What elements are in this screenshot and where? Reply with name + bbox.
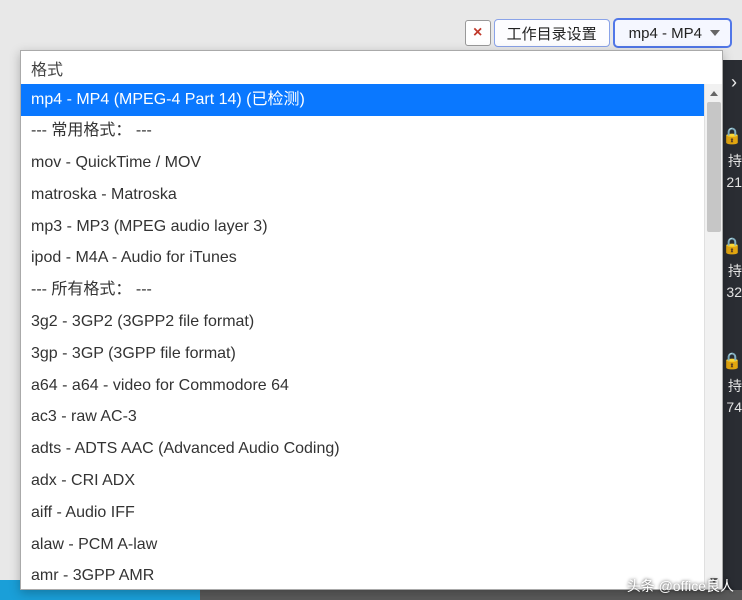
toolbar: × 工作目录设置 mp4 - MP4 [465, 18, 732, 48]
dropdown-item[interactable]: --- 常用格式： --- [21, 116, 722, 148]
dropdown-item[interactable]: mp3 - MP3 (MPEG audio layer 3) [21, 211, 722, 243]
dropdown-item[interactable]: mp4 - MP4 (MPEG-4 Part 14) (已检测) [21, 84, 722, 116]
sidebar-number: 74 [726, 399, 742, 415]
dropdown-item[interactable]: ac3 - raw AC-3 [21, 402, 722, 434]
sidebar-text: 持 [728, 378, 742, 394]
dropdown-item[interactable]: --- 所有格式： --- [21, 275, 722, 307]
dropdown-item[interactable]: a64 - a64 - video for Commodore 64 [21, 370, 722, 402]
scrollbar[interactable] [704, 84, 722, 589]
dropdown-item[interactable]: adts - ADTS AAC (Advanced Audio Coding) [21, 434, 722, 466]
format-select-value: mp4 - MP4 [629, 25, 702, 42]
format-select[interactable]: mp4 - MP4 [613, 18, 732, 48]
dropdown-item[interactable]: 3gp - 3GP (3GPP file format) [21, 338, 722, 370]
dropdown-item[interactable]: aiff - Audio IFF [21, 497, 722, 529]
close-icon: × [473, 24, 482, 42]
chevron-right-icon: › [731, 72, 737, 93]
close-button[interactable]: × [465, 20, 491, 46]
work-dir-button[interactable]: 工作目录设置 [494, 19, 610, 47]
chevron-down-icon [710, 30, 720, 36]
watermark: 头条 @office良人 [627, 576, 734, 596]
sidebar-number: 21 [726, 174, 742, 190]
dropdown-item[interactable]: mov - QuickTime / MOV [21, 148, 722, 180]
sidebar-text: 持 [728, 153, 742, 169]
dropdown-list: mp4 - MP4 (MPEG-4 Part 14) (已检测)--- 常用格式… [21, 84, 722, 589]
dropdown-item[interactable]: adx - CRI ADX [21, 466, 722, 498]
dropdown-item[interactable]: matroska - Matroska [21, 179, 722, 211]
dropdown-item[interactable]: ipod - M4A - Audio for iTunes [21, 243, 722, 275]
format-dropdown: 格式 mp4 - MP4 (MPEG-4 Part 14) (已检测)--- 常… [20, 50, 723, 590]
arrow-up-icon [710, 91, 718, 96]
dropdown-item[interactable]: alaw - PCM A-law [21, 529, 722, 561]
dropdown-title: 格式 [21, 51, 722, 84]
scroll-up-button[interactable] [705, 84, 722, 102]
sidebar-text: 持 [728, 263, 742, 279]
work-dir-label: 工作目录设置 [507, 23, 597, 44]
scroll-thumb[interactable] [707, 102, 721, 232]
dropdown-item[interactable]: 3g2 - 3GP2 (3GPP2 file format) [21, 307, 722, 339]
dropdown-item[interactable]: amr - 3GPP AMR [21, 561, 722, 589]
sidebar-number: 32 [726, 284, 742, 300]
